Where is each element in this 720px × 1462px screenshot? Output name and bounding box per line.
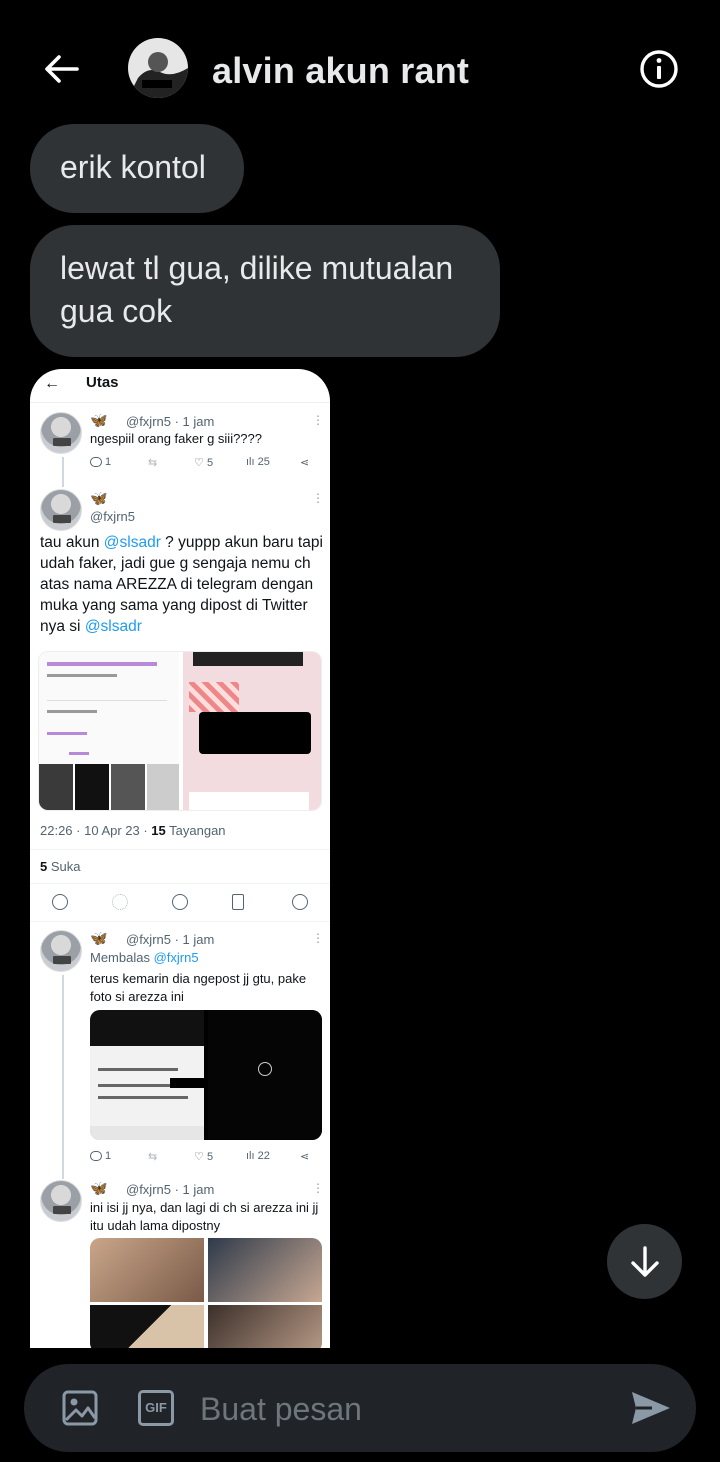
scroll-down-button[interactable]: [607, 1224, 682, 1299]
divider: [30, 849, 330, 850]
info-button[interactable]: [636, 46, 682, 92]
arrow-left-icon: [45, 55, 79, 83]
info-icon: [640, 50, 678, 88]
butterfly-icon: 🦋: [90, 930, 108, 946]
share-icon: ⋖: [300, 1151, 310, 1163]
tweet-actions: [30, 889, 330, 919]
tweet-media: [90, 1010, 322, 1140]
more-icon: ⋮: [312, 491, 324, 505]
share-icon: [292, 894, 308, 910]
avatar[interactable]: [128, 38, 188, 98]
retweet-icon: ⇆: [148, 457, 158, 469]
butterfly-icon: 🦋: [90, 1180, 108, 1196]
views-icon: ılı: [246, 1150, 255, 1162]
reply-to: Membalas @fxjrn5: [90, 950, 199, 965]
avatar: [40, 1180, 82, 1222]
tweet-handle: @fxjrn5: [90, 509, 135, 524]
views-icon: ılı: [246, 456, 255, 468]
back-button[interactable]: [38, 46, 84, 92]
reply-icon: [90, 457, 102, 468]
image-attachment[interactable]: ← Utas 🦋 @fxjrn5 · 1 jam ⋮ ngespiil oran…: [30, 369, 330, 1348]
heart-icon: ♡: [194, 457, 204, 469]
butterfly-icon: 🦋: [90, 490, 108, 506]
tweet-text: terus kemarin dia ngepost jj gtu, pake f…: [90, 971, 307, 1004]
divider: [30, 921, 330, 922]
message-bubble[interactable]: lewat tl gua, dilike mutualan gua cok: [30, 225, 500, 357]
reply-icon: [90, 1151, 102, 1162]
tweet-meta: @fxjrn5 · 1 jam: [126, 1182, 215, 1197]
arrow-down-icon: [630, 1245, 659, 1277]
chat-header: alvin akun rant: [0, 0, 720, 124]
like-count: 5 Suka: [40, 859, 81, 874]
gif-button[interactable]: GIF: [138, 1390, 174, 1426]
tweet-text: tau akun @slsadr ? yuppp akun baru tapi …: [40, 534, 323, 635]
tweet-actions: 1 ⇆ ♡ 5 ılı 25 ⋖: [90, 456, 309, 469]
thread-line: [62, 975, 64, 1179]
message-bubble[interactable]: erik kontol: [30, 124, 244, 213]
avatar: [40, 930, 82, 972]
tweet-media: [90, 1238, 322, 1348]
tweet-text: ngespiil orang faker g siii????: [90, 431, 262, 446]
send-icon: [632, 1392, 670, 1424]
tweet-timestamp: 22:26 · 10 Apr 23 · 15 Tayangan: [40, 823, 226, 838]
bookmark-icon: [232, 894, 244, 910]
retweet-icon: [112, 894, 128, 910]
more-icon: ⋮: [312, 413, 324, 427]
heart-icon: [172, 894, 188, 910]
attachment-topbar: ← Utas: [30, 369, 330, 403]
reply-icon: [52, 894, 68, 910]
more-icon: ⋮: [312, 1181, 324, 1195]
message-input[interactable]: [200, 1386, 620, 1432]
send-button[interactable]: [628, 1388, 672, 1428]
arrow-left-icon: ←: [44, 375, 60, 392]
tweet-meta: @fxjrn5 · 1 jam: [126, 414, 215, 429]
share-icon: ⋖: [300, 457, 310, 469]
thread-line: [62, 457, 64, 487]
butterfly-icon: 🦋: [90, 412, 108, 428]
tweet-actions: 1 ⇆ ♡ 5 ılı 22 ⋖: [90, 1150, 309, 1163]
message-composer: GIF: [24, 1364, 696, 1452]
tweet-text: ini isi jj nya, dan lagi di ch si arezza…: [90, 1200, 319, 1233]
more-icon: ⋮: [312, 931, 324, 945]
divider: [30, 883, 330, 884]
retweet-icon: ⇆: [148, 1151, 158, 1163]
image-button[interactable]: [62, 1390, 98, 1426]
avatar: [40, 412, 82, 454]
page-title[interactable]: alvin akun rant: [212, 50, 469, 92]
heart-icon: ♡: [194, 1151, 204, 1163]
tweet-meta: @fxjrn5 · 1 jam: [126, 932, 215, 947]
attachment-topbar-title: Utas: [86, 374, 119, 391]
image-icon: [62, 1390, 98, 1426]
avatar: [40, 489, 82, 531]
tweet-media: [38, 651, 322, 811]
